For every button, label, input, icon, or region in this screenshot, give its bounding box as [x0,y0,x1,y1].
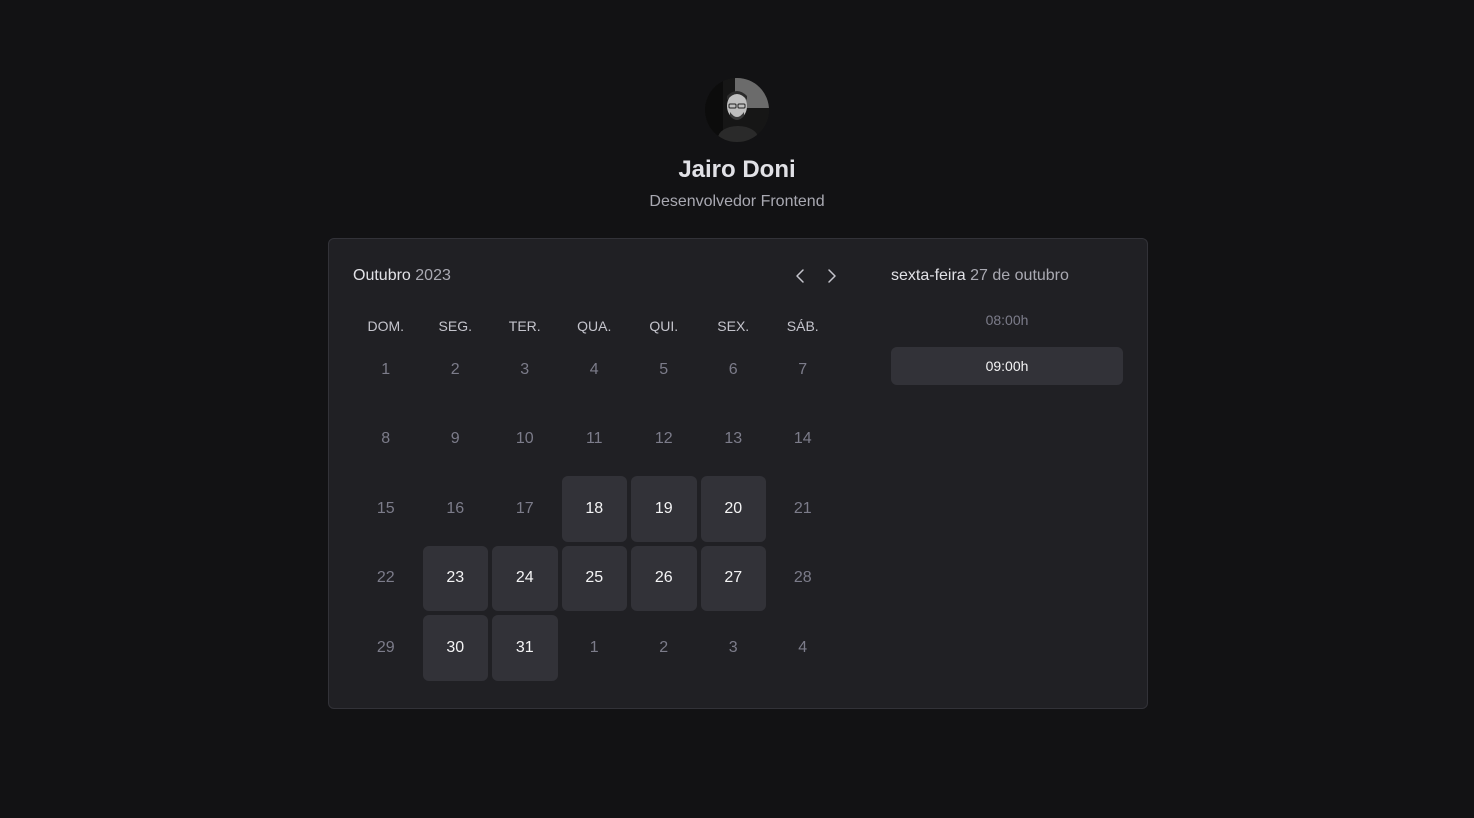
calendar-day-disabled: 14 [793,430,812,448]
calendar-day-disabled: 17 [515,499,534,517]
calendar-day-disabled: 13 [724,430,743,448]
time-slot-available[interactable]: 09:00h [891,347,1123,385]
profile-header: Jairo Doni Desenvolvedor Frontend [0,78,1474,212]
weekday-label: DOM. [367,318,405,334]
calendar-day-disabled: 9 [450,430,460,448]
calendar-day-disabled: 8 [381,430,391,448]
previous-month-button[interactable] [791,266,811,286]
calendar-day-available[interactable]: 30 [422,615,488,681]
calendar: Outubro 2023 DOM. SEG. TER. QUA. QUI. SEX. SÁB… [353,239,845,708]
time-slot-disabled: 08:00h [985,312,1029,328]
avatar [705,78,769,142]
calendar-header: Outubro 2023 [353,266,845,286]
calendar-day-available[interactable]: 25 [561,545,627,611]
calendar-day-disabled: 28 [793,569,812,587]
next-month-button[interactable] [821,266,841,286]
calendar-day-disabled: 15 [376,499,395,517]
calendar-day-disabled: 4 [589,360,599,378]
weekday-label: SEX. [717,318,750,334]
weekday-label: SÁB. [786,318,819,334]
calendar-day-available[interactable]: 31 [492,615,558,681]
calendar-nav [791,266,841,286]
profile-name: Jairo Doni [678,156,796,183]
calendar-day-disabled: 10 [515,430,534,448]
scheduling-card: Outubro 2023 DOM. SEG. TER. QUA. QUI. SEX. SÁB… [328,238,1148,709]
calendar-day-available[interactable]: 19 [631,476,697,542]
calendar-day-disabled: 4 [798,638,808,656]
calendar-day-disabled: 29 [376,638,395,656]
calendar-day-disabled: 2 [659,638,669,656]
calendar-day-available[interactable]: 27 [700,545,766,611]
calendar-day-disabled: 16 [446,499,465,517]
weekday-label: QUA. [577,318,612,334]
calendar-day-disabled: 6 [728,360,738,378]
calendar-day-disabled: 3 [728,638,738,656]
calendar-day-disabled: 2 [450,360,460,378]
weekday-label: QUI. [649,318,679,334]
calendar-day-disabled: 1 [589,638,599,656]
calendar-day-available[interactable]: 20 [700,476,766,542]
time-list: 08:00h 09:00h [891,301,1123,385]
calendar-day-disabled: 3 [520,360,530,378]
calendar-day-disabled: 21 [793,499,812,517]
weekday-label: TER. [508,318,541,334]
calendar-day-disabled: 12 [654,430,673,448]
profile-role: Desenvolvedor Frontend [649,193,825,210]
chevron-right-icon [828,269,836,283]
time-picker: sexta-feira 27 de outubro 08:00h 09:00h [891,239,1123,708]
weekday-header-row: DOM. SEG. TER. QUA. QUI. SEX. SÁB. [353,317,836,335]
weekday-label: SEG. [438,318,472,334]
chevron-left-icon [796,269,804,283]
calendar-day-available[interactable]: 24 [492,545,558,611]
calendar-year: 2023 [415,267,451,284]
calendar-day-disabled: 1 [381,360,391,378]
calendar-day-disabled: 7 [798,360,808,378]
calendar-day-available[interactable]: 26 [631,545,697,611]
time-picker-title: sexta-feira 27 de outubro [891,266,1069,286]
calendar-day-disabled: 11 [585,430,603,448]
calendar-day-available[interactable]: 23 [422,545,488,611]
calendar-day-disabled: 5 [659,360,669,378]
day-grid: 1 2 3 4 5 6 7 8 9 10 11 12 13 14 15 16 17 18 19 20 21 22 23 24 2… [353,337,836,681]
calendar-title: Outubro 2023 [353,267,451,285]
calendar-day-available[interactable]: 18 [561,476,627,542]
calendar-month: Outubro [353,267,411,284]
selected-date: 27 de outubro [970,267,1069,284]
selected-weekday: sexta-feira [891,267,966,284]
calendar-day-disabled: 22 [376,569,395,587]
